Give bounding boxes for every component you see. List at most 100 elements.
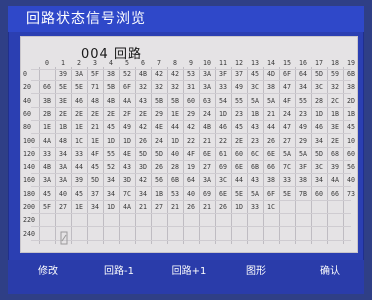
signal-cell: 34 bbox=[299, 83, 307, 92]
signal-cell: 24 bbox=[283, 109, 291, 118]
signal-cell: 1D bbox=[171, 136, 179, 145]
signal-cell: 5E bbox=[283, 189, 291, 198]
column-header: 4 bbox=[109, 59, 113, 67]
signal-cell: 1B bbox=[59, 123, 67, 132]
column-header: 8 bbox=[173, 59, 177, 67]
signal-cell: 42 bbox=[139, 176, 147, 185]
signal-cell: 29 bbox=[299, 136, 307, 145]
signal-cell: 31 bbox=[187, 83, 195, 92]
signal-cell: 48 bbox=[59, 136, 67, 145]
signal-cell: 6F bbox=[267, 189, 275, 198]
column-header: 13 bbox=[251, 59, 259, 67]
next-loop-button[interactable]: 回路+1 bbox=[158, 264, 220, 280]
signal-cell: 5E bbox=[75, 83, 83, 92]
row-separator bbox=[31, 239, 351, 241]
signal-cell: 5A bbox=[251, 96, 259, 105]
row-header: 160 bbox=[23, 176, 35, 185]
signal-cell: 4D bbox=[267, 70, 275, 78]
signal-cell: 4F bbox=[187, 149, 195, 158]
signal-cell: 4A bbox=[123, 203, 131, 211]
signal-cell: 3A bbox=[203, 70, 211, 78]
column-header: 6 bbox=[141, 59, 145, 67]
signal-cell: 3A bbox=[59, 163, 67, 172]
signal-cell: 43 bbox=[251, 123, 259, 132]
signal-cell: 2C bbox=[331, 96, 339, 105]
signal-cell: 69 bbox=[219, 163, 227, 172]
signal-cell: 22 bbox=[187, 136, 195, 145]
signal-cell: 10 bbox=[347, 136, 355, 145]
row-header: 40 bbox=[23, 96, 31, 105]
signal-cell: 69 bbox=[203, 189, 211, 198]
row-header: 140 bbox=[23, 163, 35, 172]
signal-cell: 1E bbox=[91, 136, 99, 145]
signal-cell: 32 bbox=[171, 83, 179, 92]
row-separator bbox=[31, 213, 351, 214]
signal-cell: 68 bbox=[331, 149, 339, 158]
signal-cell: 2E bbox=[139, 109, 147, 118]
signal-cell: 5A bbox=[299, 149, 307, 158]
signal-cell: 21 bbox=[139, 203, 147, 211]
signal-cell: 42 bbox=[187, 123, 195, 132]
signal-cell: 1D bbox=[235, 203, 243, 211]
signal-cell: 39 bbox=[331, 163, 339, 172]
signal-cell: 4F bbox=[91, 149, 99, 158]
signal-cell: 32 bbox=[139, 83, 147, 92]
signal-cell: 26 bbox=[155, 163, 163, 172]
signal-cell: 23 bbox=[251, 136, 259, 145]
signal-cell: 3C bbox=[315, 163, 323, 172]
prev-loop-button[interactable]: 回路-1 bbox=[88, 264, 150, 280]
signal-cell: 4B bbox=[139, 70, 147, 78]
signal-cell: 64 bbox=[299, 70, 307, 78]
signal-cell: 71 bbox=[91, 83, 99, 92]
signal-cell: 5E bbox=[59, 83, 67, 92]
signal-cell: 6F bbox=[123, 83, 131, 92]
signal-cell: 39 bbox=[59, 70, 67, 78]
signal-cell: 3D bbox=[123, 176, 131, 185]
signal-cell: 33 bbox=[219, 83, 227, 92]
signal-cell: 55 bbox=[107, 149, 115, 158]
signal-cell: 40 bbox=[59, 189, 67, 198]
column-header: 16 bbox=[299, 59, 307, 67]
signal-cell: 38 bbox=[267, 176, 275, 185]
signal-cell: 5A bbox=[267, 96, 275, 105]
signal-cell: 2B bbox=[43, 109, 51, 118]
signal-cell: 1C bbox=[75, 136, 83, 145]
confirm-button[interactable]: 确认 bbox=[306, 264, 354, 280]
signal-cell: 61 bbox=[219, 149, 227, 158]
row-separator bbox=[31, 146, 351, 148]
signal-cell: 44 bbox=[235, 176, 243, 185]
signal-cell: 19 bbox=[187, 163, 195, 172]
signal-cell: 4B bbox=[203, 123, 211, 132]
signal-cell: 2F bbox=[123, 109, 131, 118]
modify-button[interactable]: 修改 bbox=[24, 264, 72, 280]
row-header: 220 bbox=[23, 216, 35, 225]
signal-cell: 6E bbox=[235, 163, 243, 172]
signal-cell: 2E bbox=[91, 109, 99, 118]
graph-button[interactable]: 图形 bbox=[232, 264, 280, 280]
signal-cell: 6F bbox=[283, 70, 291, 78]
signal-cell: 29 bbox=[187, 109, 195, 118]
signal-cell: 5B bbox=[107, 83, 115, 92]
signal-cell: 5D bbox=[315, 70, 323, 78]
signal-cell: 1B bbox=[251, 109, 259, 118]
signal-cell: 5B bbox=[171, 96, 179, 105]
signal-cell: 26 bbox=[139, 136, 147, 145]
signal-cell: 5F bbox=[43, 203, 51, 211]
signal-cell: 1E bbox=[43, 123, 51, 132]
signal-cell: 44 bbox=[267, 123, 275, 132]
row-separator bbox=[31, 106, 351, 108]
signal-cell: 38 bbox=[267, 83, 275, 92]
signal-cell: 47 bbox=[283, 123, 291, 132]
signal-cell: 2E bbox=[331, 136, 339, 145]
column-header: 7 bbox=[157, 59, 161, 67]
signal-cell: 28 bbox=[171, 163, 179, 172]
signal-cell: 21 bbox=[171, 203, 179, 211]
signal-cell: 39 bbox=[75, 176, 83, 185]
signal-cell: 5D bbox=[155, 149, 163, 158]
signal-cell: 27 bbox=[155, 203, 163, 211]
signal-panel: 004 回路 0 1 2 3 4 5 6 7 8 9 10 11 12 13 14 15 16 17 18 19 0 39… bbox=[20, 36, 358, 253]
signal-cell: 66 bbox=[43, 83, 51, 92]
signal-cell: 1E bbox=[75, 123, 83, 132]
signal-cell: 27 bbox=[59, 203, 67, 211]
signal-cell: 37 bbox=[235, 70, 243, 78]
